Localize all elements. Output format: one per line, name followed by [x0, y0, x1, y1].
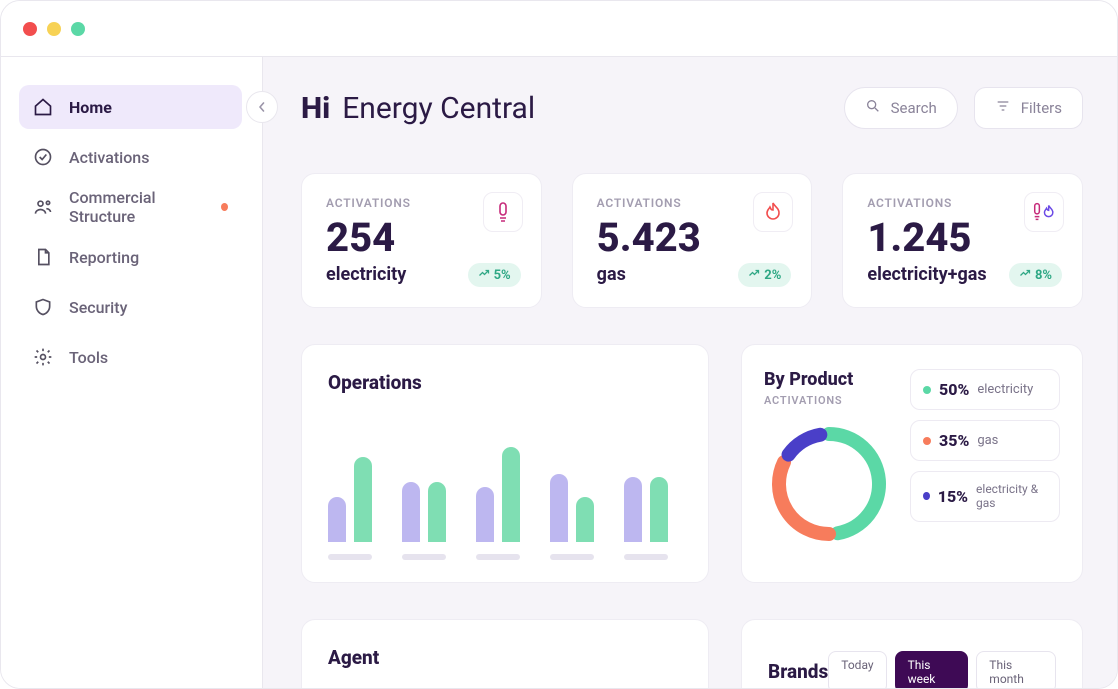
- time-tab-today[interactable]: Today: [828, 651, 886, 689]
- trend-badge: 2%: [738, 263, 791, 287]
- org-icon: [33, 197, 53, 217]
- search-button[interactable]: Search: [844, 87, 958, 129]
- sidebar-item-commercial-structure[interactable]: Commercial Structure: [19, 185, 242, 229]
- trend-up-icon: [1019, 267, 1031, 283]
- trend-up-icon: [478, 267, 490, 283]
- combo-icon: [1024, 192, 1064, 232]
- stat-card-gas[interactable]: ACTIVATIONS 5.423 gas 2%: [572, 173, 813, 308]
- indicator-dot-icon: [221, 203, 228, 211]
- document-icon: [33, 247, 53, 267]
- window-titlebar: [1, 1, 1117, 57]
- legend-item-combo[interactable]: 15% electricity & gas: [910, 471, 1060, 522]
- trend-badge: 8%: [1009, 263, 1062, 287]
- shield-icon: [33, 297, 53, 317]
- check-circle-icon: [33, 147, 53, 167]
- filter-icon: [995, 98, 1011, 118]
- trend-badge: 5%: [468, 263, 521, 287]
- legend-pct: 50%: [939, 380, 969, 399]
- collapse-sidebar-button[interactable]: [246, 91, 278, 123]
- sidebar-item-label: Home: [69, 98, 112, 117]
- home-icon: [33, 97, 53, 117]
- sidebar-item-label: Reporting: [69, 248, 139, 267]
- agent-title: Agent: [328, 646, 682, 669]
- by-product-subtitle: ACTIVATIONS: [764, 394, 894, 407]
- sidebar-item-label: Commercial Structure: [69, 188, 205, 226]
- by-product-title: By Product: [764, 369, 894, 390]
- sidebar-item-security[interactable]: Security: [19, 285, 242, 329]
- stat-card-combo[interactable]: ACTIVATIONS 1.245 electricity+gas 8%: [842, 173, 1083, 308]
- sidebar-item-tools[interactable]: Tools: [19, 335, 242, 379]
- sidebar-item-reporting[interactable]: Reporting: [19, 235, 242, 279]
- legend-label: electricity & gas: [976, 482, 1047, 511]
- operations-chart: [328, 422, 682, 542]
- legend-pct: 15%: [938, 487, 968, 506]
- sidebar-item-activations[interactable]: Activations: [19, 135, 242, 179]
- legend-item-gas[interactable]: 35% gas: [910, 420, 1060, 461]
- brands-title: Brands: [768, 660, 828, 683]
- legend-label: electricity: [977, 382, 1033, 397]
- sidebar-item-label: Tools: [69, 348, 108, 367]
- operations-card: Operations: [301, 344, 709, 583]
- legend-dot-icon: [923, 492, 930, 500]
- legend-pct: 35%: [939, 431, 969, 450]
- brands-card: Brands TodayThis weekThis month: [741, 619, 1083, 688]
- trend-up-icon: [748, 267, 760, 283]
- legend-label: gas: [977, 433, 998, 448]
- operations-chart-labels: [328, 554, 682, 560]
- filters-button[interactable]: Filters: [974, 87, 1083, 129]
- sidebar-item-label: Activations: [69, 148, 149, 167]
- page-title: HiEnergy Central: [301, 91, 535, 126]
- window-close-icon[interactable]: [23, 22, 37, 36]
- agent-card: Agent: [301, 619, 709, 688]
- time-tab-this-month[interactable]: This month: [976, 651, 1056, 689]
- search-label: Search: [891, 99, 937, 117]
- stat-card-electricity[interactable]: ACTIVATIONS 254 electricity 5%: [301, 173, 542, 308]
- legend-dot-icon: [923, 437, 931, 445]
- sidebar: Home Activations Commercial Structure: [1, 57, 263, 688]
- operations-title: Operations: [328, 371, 682, 394]
- sidebar-item-label: Security: [69, 298, 127, 317]
- legend-item-electricity[interactable]: 50% electricity: [910, 369, 1060, 410]
- sidebar-item-home[interactable]: Home: [19, 85, 242, 129]
- flame-icon: [753, 192, 793, 232]
- by-product-card: By Product ACTIVATIONS 50% electricity: [741, 344, 1083, 583]
- donut-chart: [764, 419, 894, 553]
- gear-icon: [33, 347, 53, 367]
- legend-dot-icon: [923, 386, 931, 394]
- window-maximize-icon[interactable]: [71, 22, 85, 36]
- window-minimize-icon[interactable]: [47, 22, 61, 36]
- time-tab-this-week[interactable]: This week: [895, 651, 969, 689]
- bulb-icon: [483, 192, 523, 232]
- search-icon: [865, 98, 881, 118]
- filters-label: Filters: [1021, 99, 1062, 117]
